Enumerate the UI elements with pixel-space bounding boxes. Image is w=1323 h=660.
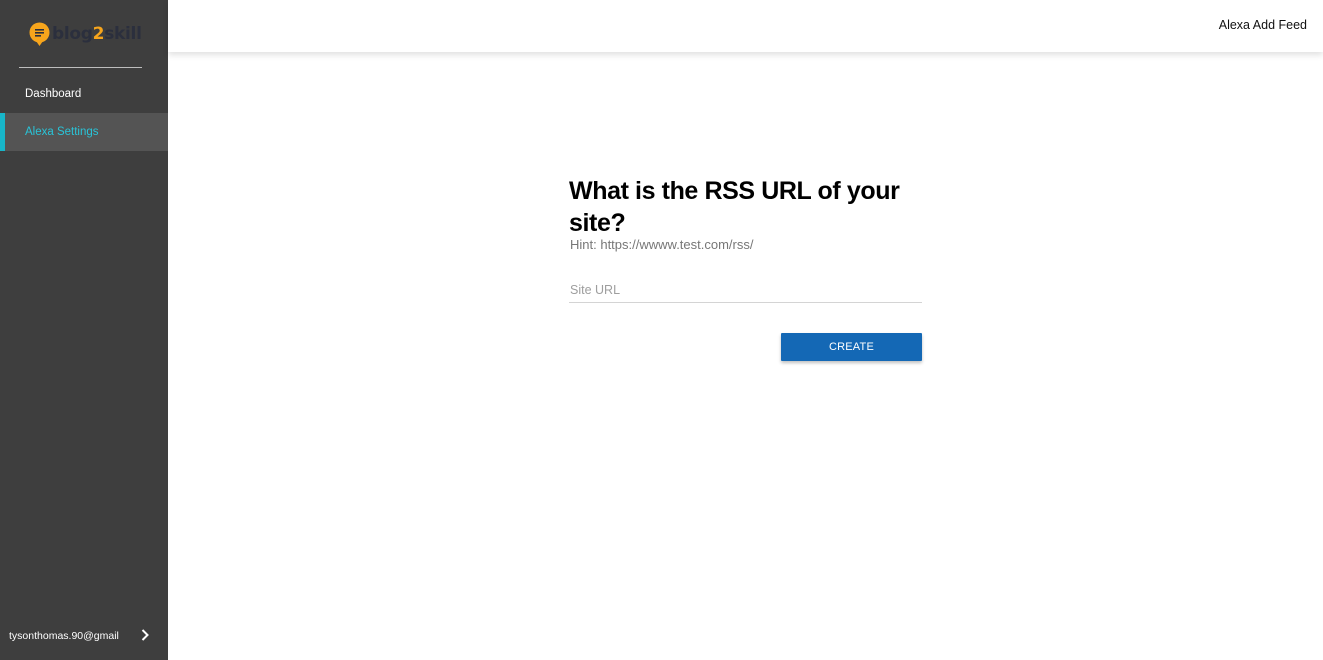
user-account-menu[interactable]: tysonthomas.90@gmail bbox=[0, 612, 168, 660]
site-url-input[interactable] bbox=[569, 278, 922, 303]
sidebar-item-label: Dashboard bbox=[25, 88, 82, 100]
brand-name-part-1: blog bbox=[52, 24, 93, 44]
brand-logo[interactable]: blog2skill bbox=[29, 22, 142, 46]
sidebar-item-label: Alexa Settings bbox=[25, 126, 99, 138]
user-email: tysonthomas.90@gmail bbox=[9, 630, 119, 642]
sidebar-divider bbox=[19, 67, 142, 68]
add-feed-form: What is the RSS URL of your site? Hint: … bbox=[569, 175, 922, 361]
sidebar-item-dashboard[interactable]: Dashboard bbox=[0, 75, 168, 113]
form-heading: What is the RSS URL of your site? bbox=[569, 177, 900, 237]
app-root: blog2skill Dashboard Alexa Settings tyso… bbox=[0, 0, 1323, 660]
chat-bubble-icon bbox=[29, 22, 50, 46]
chevron-right-icon bbox=[141, 629, 149, 641]
page-title: Alexa Add Feed bbox=[1218, 18, 1307, 32]
active-indicator bbox=[0, 113, 5, 151]
brand-name: blog2skill bbox=[52, 22, 142, 46]
sidebar: blog2skill Dashboard Alexa Settings tyso… bbox=[0, 0, 168, 660]
form-hint: Hint: https://wwww.test.com/rss/ bbox=[570, 237, 754, 252]
sidebar-item-alexa-settings[interactable]: Alexa Settings bbox=[0, 113, 168, 151]
brand-name-part-2: 2 bbox=[92, 24, 105, 44]
create-button[interactable]: CREATE bbox=[781, 333, 922, 361]
brand-name-part-3: skill bbox=[104, 24, 142, 44]
top-header: Alexa Add Feed bbox=[168, 0, 1323, 52]
